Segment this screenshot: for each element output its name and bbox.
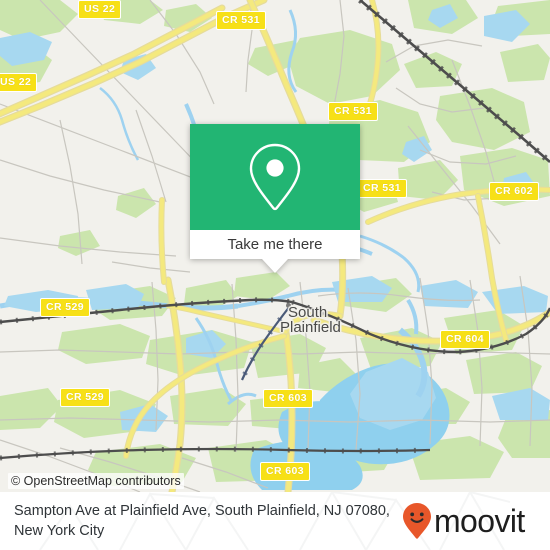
- road-shield-us-22-top: US 22: [78, 0, 122, 19]
- road-shield-cr-531-top: CR 531: [216, 11, 267, 30]
- map-result-card: US 22 CR 531 US 22 CR 531 CR 531 CR 602 …: [0, 0, 550, 550]
- callout-tail: [262, 259, 288, 273]
- take-me-there-label: Take me there: [227, 235, 323, 253]
- map-canvas[interactable]: US 22 CR 531 US 22 CR 531 CR 531 CR 602 …: [0, 0, 550, 492]
- road-shield-us-22-left: US 22: [0, 73, 38, 92]
- road-shield-cr-602: CR 602: [489, 182, 540, 201]
- callout-header: [190, 124, 360, 230]
- place-label-south-plainfield-line2: Plainfield: [280, 319, 341, 336]
- road-shield-cr-604: CR 604: [440, 330, 491, 349]
- road-shield-cr-603-mid: CR 603: [263, 389, 314, 408]
- road-shield-cr-531-low: CR 531: [357, 179, 408, 198]
- callout-footer[interactable]: Take me there: [190, 230, 360, 259]
- address-line-1: Sampton Ave at Plainfield Ave, South Pla…: [14, 503, 342, 519]
- road-shield-cr-529-up: CR 529: [40, 298, 91, 317]
- map-attribution[interactable]: © OpenStreetMap contributors: [8, 473, 184, 489]
- road-shield-cr-531-mid: CR 531: [328, 102, 379, 121]
- road-shield-cr-603-low: CR 603: [260, 462, 311, 481]
- location-pin-icon: [249, 143, 301, 211]
- footer-bar: Sampton Ave at Plainfield Ave, South Pla…: [0, 492, 550, 550]
- road-shield-cr-529-low: CR 529: [60, 388, 111, 407]
- moovit-logo[interactable]: moovit: [402, 502, 525, 540]
- address-text: Sampton Ave at Plainfield Ave, South Pla…: [14, 501, 396, 541]
- moovit-wordmark: moovit: [434, 503, 525, 539]
- moovit-pin-icon: [403, 503, 431, 539]
- location-callout[interactable]: Take me there: [190, 124, 360, 273]
